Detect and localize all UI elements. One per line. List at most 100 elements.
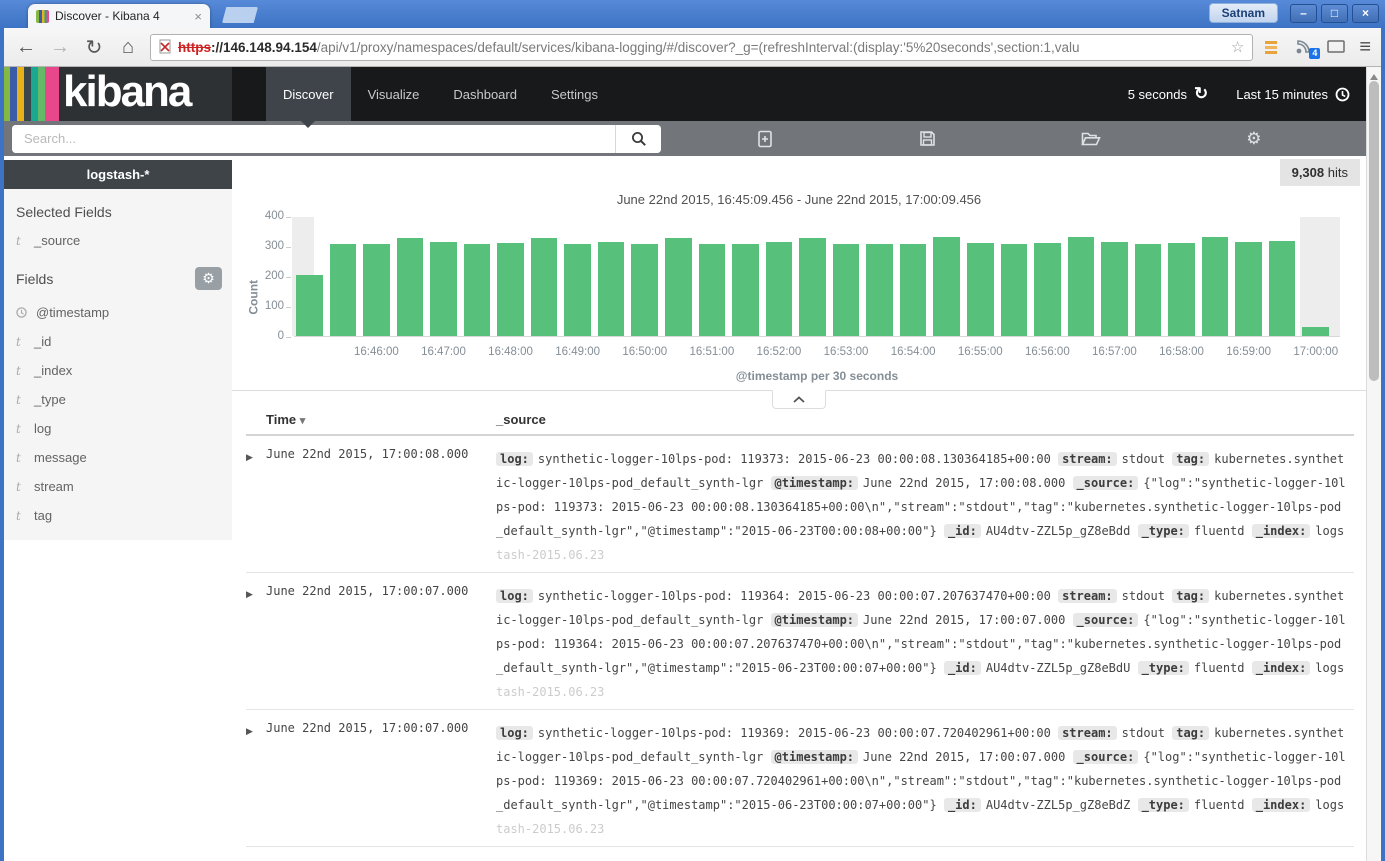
doc-time: June 22nd 2015, 17:00:07.000 <box>266 721 496 846</box>
sidebar-field-@timestamp[interactable]: @timestamp <box>4 298 232 327</box>
expand-doc-icon[interactable]: ▶ <box>246 447 266 572</box>
extension-icon[interactable] <box>1263 39 1285 55</box>
back-icon[interactable]: ← <box>14 36 38 59</box>
field-settings-gear-icon[interactable]: ⚙ <box>195 267 222 290</box>
sidebar-field-stream[interactable]: tstream <box>4 472 232 501</box>
nav-item-settings[interactable]: Settings <box>534 67 615 121</box>
histogram-bar[interactable] <box>564 244 591 336</box>
menu-icon[interactable]: ≡ <box>1359 36 1371 59</box>
histogram-bar[interactable] <box>732 244 759 336</box>
nav-item-dashboard[interactable]: Dashboard <box>436 67 534 121</box>
histogram-bar[interactable] <box>1101 242 1128 336</box>
nav-item-visualize[interactable]: Visualize <box>351 67 437 121</box>
tab-close-icon[interactable]: × <box>194 10 202 23</box>
tab-title: Discover - Kibana 4 <box>55 9 188 23</box>
browser-window: Discover - Kibana 4 × Satnam – □ × ← → ↻… <box>0 0 1385 861</box>
browser-toolbar: ← → ↻ ⌂ https://146.148.94.154/api/v1/pr… <box>4 28 1381 67</box>
histogram-bar[interactable] <box>1235 242 1262 336</box>
histogram-bar[interactable] <box>1001 244 1028 336</box>
scrollbar-up-arrow[interactable] <box>1370 70 1378 80</box>
browser-tab[interactable]: Discover - Kibana 4 × <box>28 4 210 28</box>
sidebar-field-_source[interactable]: t_source <box>4 226 232 255</box>
scrollbar-thumb[interactable] <box>1369 81 1379 381</box>
x-tick-label: 16:47:00 <box>421 346 466 358</box>
close-button[interactable]: × <box>1352 4 1379 23</box>
histogram-bar[interactable] <box>1034 243 1061 336</box>
url-text[interactable]: https://146.148.94.154/api/v1/proxy/name… <box>178 40 1225 55</box>
histogram-bar[interactable] <box>531 238 558 336</box>
selected-fields-heading: Selected Fields <box>4 189 232 226</box>
nav-item-discover[interactable]: Discover <box>266 67 351 121</box>
field-badge: _type: <box>1138 798 1189 812</box>
url-bar[interactable]: https://146.148.94.154/api/v1/proxy/name… <box>150 34 1253 61</box>
histogram-bar[interactable] <box>833 244 860 336</box>
field-badge: _id: <box>944 798 981 812</box>
expand-doc-icon[interactable]: ▶ <box>246 721 266 846</box>
refresh-interval-control[interactable]: 5 seconds ↻ <box>1128 84 1209 104</box>
page-scrollbar[interactable] <box>1366 67 1381 861</box>
maximize-button[interactable]: □ <box>1321 4 1348 23</box>
histogram-bar[interactable] <box>464 244 491 336</box>
time-column-header[interactable]: Time ▾ <box>266 412 496 427</box>
histogram-bar[interactable] <box>497 243 524 336</box>
sidebar-field-tag[interactable]: ttag <box>4 501 232 530</box>
y-tick-label: 200 <box>250 270 284 282</box>
histogram-bar[interactable] <box>900 244 927 336</box>
histogram-bar[interactable] <box>933 237 960 336</box>
histogram-bar[interactable] <box>430 242 457 336</box>
new-tab-button[interactable] <box>222 7 258 23</box>
expand-doc-icon[interactable]: ▶ <box>246 584 266 709</box>
search-input[interactable] <box>12 125 615 153</box>
sidebar-field-_type[interactable]: t_type <box>4 385 232 414</box>
histogram-bar[interactable] <box>866 244 893 336</box>
refresh-icon: ↻ <box>1194 84 1208 104</box>
histogram-bar[interactable] <box>330 244 357 336</box>
insecure-page-icon[interactable] <box>159 39 172 55</box>
histogram-bar[interactable] <box>1269 241 1296 336</box>
histogram-bar[interactable] <box>665 238 692 336</box>
logo-stripes <box>4 67 59 121</box>
histogram-bar[interactable] <box>1202 237 1229 336</box>
histogram-bar[interactable] <box>1135 244 1162 336</box>
field-badge: stream: <box>1058 452 1117 466</box>
bookmark-star-icon[interactable]: ☆ <box>1231 38 1244 56</box>
histogram-bar[interactable] <box>397 238 424 336</box>
index-pattern-selector[interactable]: logstash-* <box>4 160 232 189</box>
histogram-bar[interactable] <box>598 242 625 336</box>
home-icon[interactable]: ⌂ <box>116 36 140 59</box>
minimize-button[interactable]: – <box>1290 4 1317 23</box>
settings-gear-icon[interactable]: ⚙ <box>1246 129 1261 149</box>
field-value: AU4dtv-ZZL5p_gZ8eBdd <box>986 524 1138 538</box>
histogram-bar[interactable] <box>766 242 793 336</box>
partial-bucket-highlight <box>1300 217 1340 336</box>
sidebar-field-_id[interactable]: t_id <box>4 327 232 356</box>
open-search-icon[interactable] <box>1081 131 1101 147</box>
search-button[interactable] <box>615 125 661 153</box>
field-value: fluentd <box>1194 524 1252 538</box>
field-value: June 22nd 2015, 17:00:07.000 <box>863 750 1073 764</box>
histogram-bar[interactable] <box>1068 237 1095 336</box>
sidebar-field-message[interactable]: tmessage <box>4 443 232 472</box>
collapse-chart-button[interactable] <box>772 390 826 409</box>
sidebar-field-log[interactable]: tlog <box>4 414 232 443</box>
histogram-bar[interactable] <box>1168 243 1195 336</box>
field-badge: log: <box>496 589 533 603</box>
histogram-bar[interactable] <box>631 244 658 336</box>
phone-extension-icon[interactable]: 4 <box>1295 39 1317 55</box>
histogram-bar[interactable] <box>1302 327 1329 336</box>
histogram-bar[interactable] <box>296 275 323 336</box>
histogram-bar[interactable] <box>699 244 726 336</box>
save-search-icon[interactable] <box>919 130 936 147</box>
profile-button[interactable]: Satnam <box>1209 3 1278 23</box>
histogram-bar[interactable] <box>967 243 994 336</box>
field-name: _type <box>34 392 66 407</box>
histogram-bar[interactable] <box>799 238 826 336</box>
time-picker-control[interactable]: Last 15 minutes <box>1236 87 1350 102</box>
x-tick-label: 16:48:00 <box>488 346 533 358</box>
refresh-interval-label: 5 seconds <box>1128 87 1187 102</box>
histogram-bar[interactable] <box>363 244 390 336</box>
reload-icon[interactable]: ↻ <box>82 35 106 60</box>
cast-icon[interactable] <box>1327 40 1349 54</box>
new-search-icon[interactable] <box>757 130 774 148</box>
sidebar-field-_index[interactable]: t_index <box>4 356 232 385</box>
